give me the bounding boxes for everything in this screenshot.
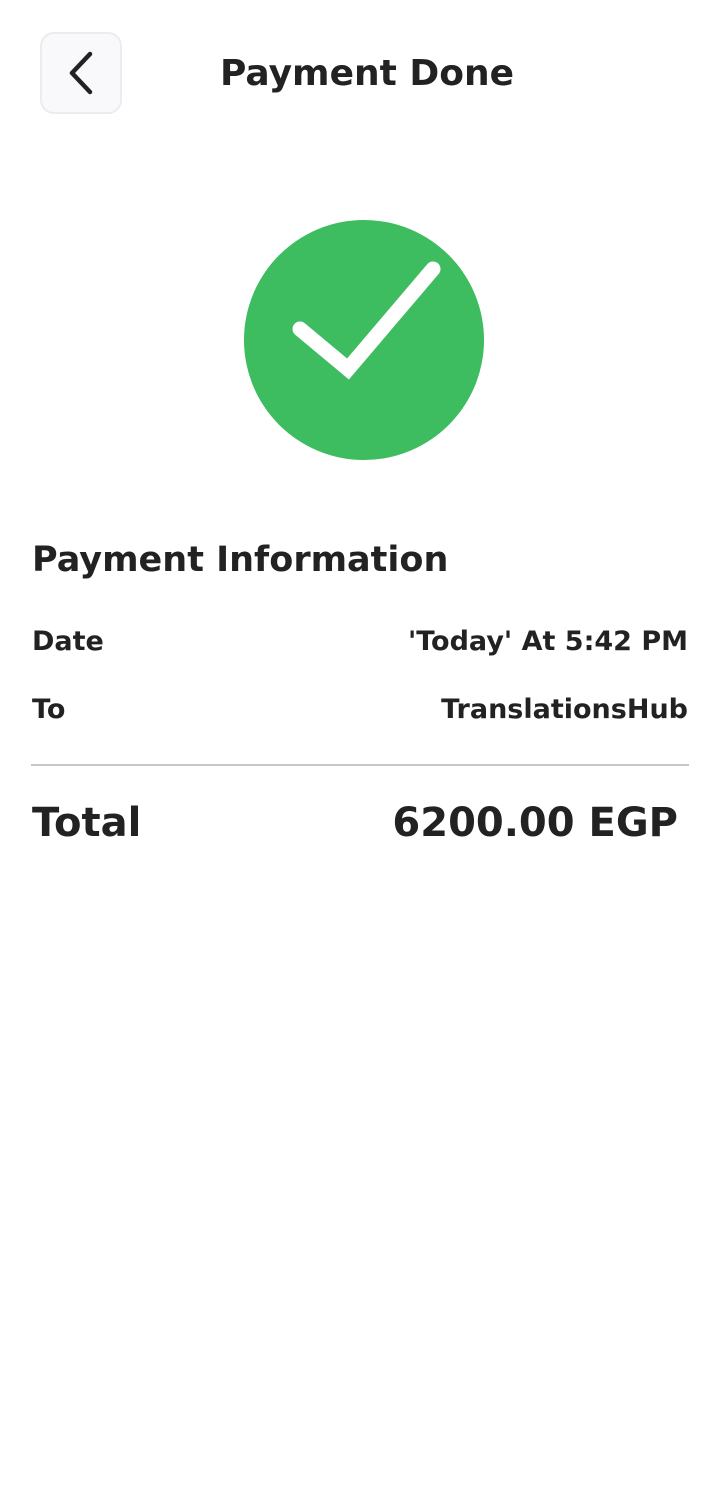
total-label: Total (32, 800, 142, 846)
check-circle-icon (243, 219, 485, 461)
recipient-value: TranslationsHub (441, 694, 688, 725)
recipient-label: To (32, 694, 66, 725)
total-row: Total 6200.00 EGP (32, 796, 678, 850)
date-row: Date 'Today' At 5:42 PM (32, 622, 688, 662)
payment-information-heading: Payment Information (32, 540, 449, 580)
divider (31, 764, 689, 766)
page-title: Payment Done (219, 53, 515, 94)
date-value: 'Today' At 5:42 PM (407, 626, 688, 657)
recipient-row: To TranslationsHub (32, 690, 688, 730)
total-value: 6200.00 EGP (392, 800, 678, 846)
date-label: Date (32, 626, 104, 657)
